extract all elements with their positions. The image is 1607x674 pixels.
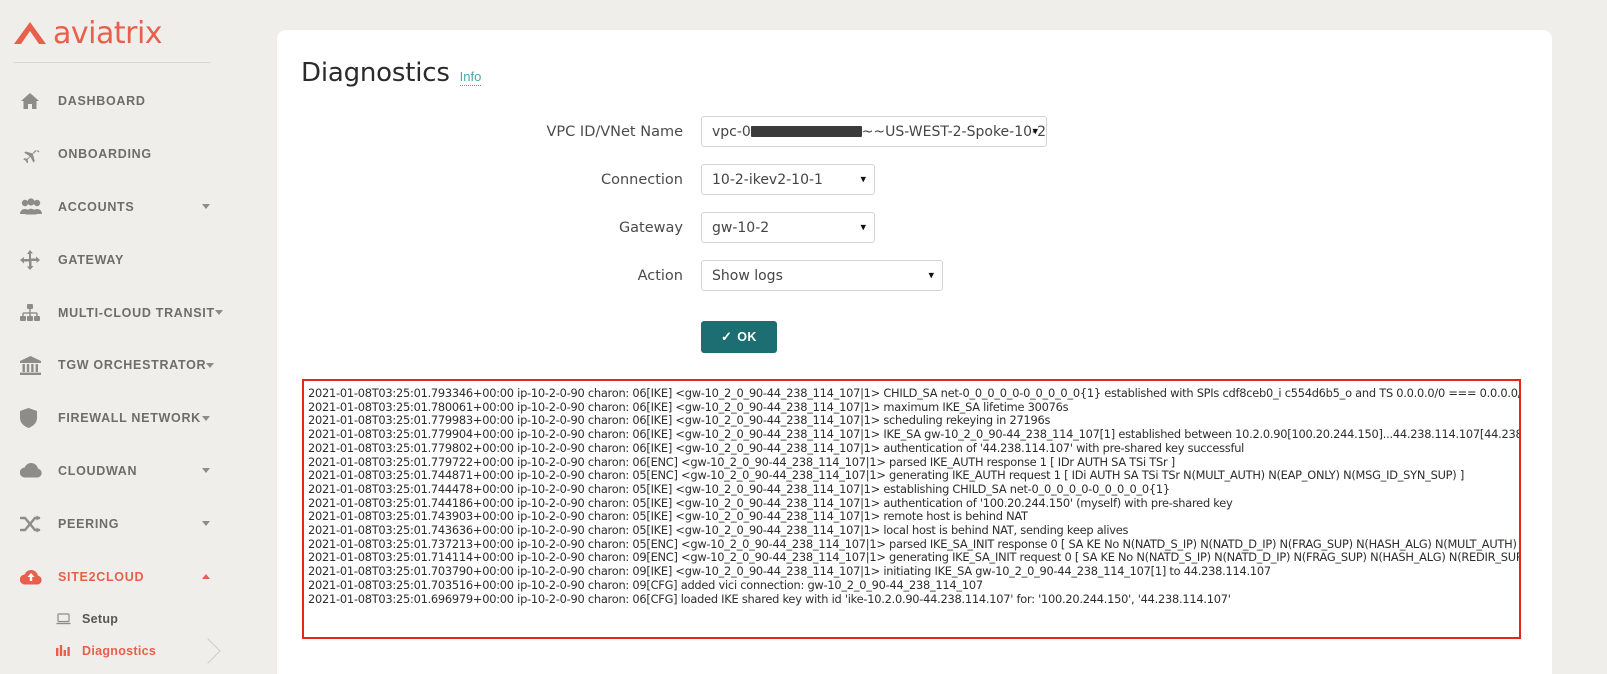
active-indicator-arrow xyxy=(205,636,224,666)
log-line: 2021-01-08T03:25:01.696979+00:00 ip-10-2… xyxy=(308,591,1231,606)
ok-button[interactable]: ✓ OK xyxy=(701,321,777,353)
sidebar-item-diagnostics[interactable]: Diagnostics xyxy=(0,635,224,667)
page-title: Diagnostics xyxy=(301,58,450,88)
gateway-select-wrap[interactable]: gw-10-2 ▾ xyxy=(701,212,875,243)
sidebar-nav: DASHBOARD ONBOARDING ACCOUNTS GATEWAY MU… xyxy=(0,63,224,667)
chevron-down-icon[interactable] xyxy=(206,362,215,368)
info-link[interactable]: Info xyxy=(459,69,482,86)
log-line: 2021-01-08T03:25:01.744478+00:00 ip-10-2… xyxy=(308,481,1170,496)
shuffle-icon xyxy=(20,515,50,533)
log-line: 2021-01-08T03:25:01.743903+00:00 ip-10-2… xyxy=(308,509,1028,524)
gateway-label: Gateway xyxy=(618,219,683,236)
log-line: 2021-01-08T03:25:01.737213+00:00 ip-10-2… xyxy=(308,536,1521,551)
sidebar-item-peering[interactable]: PEERING xyxy=(0,497,224,550)
app-root: aviatrix DASHBOARD ONBOARDING ACCOUNTS G… xyxy=(0,0,1607,674)
sitemap-icon xyxy=(20,303,50,322)
log-line: 2021-01-08T03:25:01.793346+00:00 ip-10-2… xyxy=(308,386,1521,400)
main-content: Diagnostics Info VPC ID/VNet Name vpc-0█… xyxy=(224,0,1607,674)
sidebar-subitem-label: Diagnostics xyxy=(82,643,157,658)
log-line: 2021-01-08T03:25:01.744186+00:00 ip-10-2… xyxy=(308,495,1233,510)
chevron-up-icon[interactable] xyxy=(202,574,210,580)
form-row-connection: Connection 10-2-ikev2-10-1 ▾ xyxy=(301,164,1522,195)
form-row-gateway: Gateway gw-10-2 ▾ xyxy=(301,212,1522,243)
chevron-down-icon[interactable] xyxy=(214,310,223,316)
vpc-id-select-wrap[interactable]: vpc-0████████████~~US-WEST-2-Spoke-10-2 … xyxy=(701,116,1047,147)
gateway-select[interactable]: gw-10-2 xyxy=(701,212,875,243)
sidebar-item-gateway[interactable]: GATEWAY xyxy=(0,233,224,286)
ok-button-label: OK xyxy=(737,330,757,344)
log-line: 2021-01-08T03:25:01.714114+00:00 ip-10-2… xyxy=(308,550,1521,565)
sidebar-item-label: FIREWALL NETWORK xyxy=(58,411,201,426)
sidebar-item-cloudwan[interactable]: CLOUDWAN xyxy=(0,445,224,498)
chevron-down-icon[interactable] xyxy=(202,415,210,421)
sidebar-item-onboarding[interactable]: ONBOARDING xyxy=(0,128,224,181)
sidebar-item-label: GATEWAY xyxy=(58,252,125,267)
sidebar-item-label: ONBOARDING xyxy=(58,147,152,162)
log-line: 2021-01-08T03:25:01.703516+00:00 ip-10-2… xyxy=(308,577,983,592)
sidebar-item-firewall-network[interactable]: FIREWALL NETWORK xyxy=(0,392,224,445)
brand-logo[interactable]: aviatrix xyxy=(0,0,224,52)
chevron-down-icon[interactable] xyxy=(202,204,210,210)
cloud-upload-icon xyxy=(20,569,50,585)
page-header: Diagnostics Info xyxy=(301,58,1522,88)
home-icon xyxy=(20,92,50,110)
aviatrix-caret-icon xyxy=(10,18,50,48)
form-row-action: Action Show logs ▾ xyxy=(301,260,1522,291)
log-line: 2021-01-08T03:25:01.779722+00:00 ip-10-2… xyxy=(308,454,1175,469)
chevron-down-icon[interactable] xyxy=(202,521,210,527)
diagnostics-form: VPC ID/VNet Name vpc-0████████████~~US-W… xyxy=(301,116,1522,353)
log-line: 2021-01-08T03:25:01.779802+00:00 ip-10-2… xyxy=(308,440,1245,455)
sidebar-item-label: MULTI-CLOUD TRANSIT xyxy=(58,305,215,320)
ok-button-row: ✓ OK xyxy=(301,321,1522,353)
connection-select-wrap[interactable]: 10-2-ikev2-10-1 ▾ xyxy=(701,164,875,195)
chart-bar-icon xyxy=(56,644,78,657)
bank-icon xyxy=(20,355,50,375)
sidebar-item-multi-cloud-transit[interactable]: MULTI-CLOUD TRANSIT xyxy=(0,286,224,339)
log-line: 2021-01-08T03:25:01.779983+00:00 ip-10-2… xyxy=(308,413,1051,428)
action-select-wrap[interactable]: Show logs ▾ xyxy=(701,260,943,291)
plane-icon xyxy=(20,145,50,164)
form-row-vpc: VPC ID/VNet Name vpc-0████████████~~US-W… xyxy=(301,116,1522,147)
log-line: 2021-01-08T03:25:01.744871+00:00 ip-10-2… xyxy=(308,468,1465,483)
sidebar-item-site2cloud[interactable]: SITE2CLOUD xyxy=(0,550,224,603)
sidebar-item-label: ACCOUNTS xyxy=(58,199,135,214)
brand-name: aviatrix xyxy=(53,16,163,51)
vpc-id-label: VPC ID/VNet Name xyxy=(546,123,683,140)
sidebar-item-accounts[interactable]: ACCOUNTS xyxy=(0,181,224,234)
sidebar-item-tgw-orchestrator[interactable]: TGW ORCHESTRATOR xyxy=(0,339,224,392)
action-select[interactable]: Show logs xyxy=(701,260,943,291)
sidebar-subitem-label: Setup xyxy=(82,611,119,626)
sidebar: aviatrix DASHBOARD ONBOARDING ACCOUNTS G… xyxy=(0,0,224,674)
users-icon xyxy=(20,198,50,215)
vpc-id-select[interactable]: vpc-0████████████~~US-WEST-2-Spoke-10-2 xyxy=(701,116,1047,147)
sidebar-item-label: DASHBOARD xyxy=(58,94,146,109)
check-icon: ✓ xyxy=(721,329,733,344)
arrows-move-icon xyxy=(20,249,50,270)
log-line: 2021-01-08T03:25:01.743636+00:00 ip-10-2… xyxy=(308,523,1129,538)
sidebar-item-label: PEERING xyxy=(58,516,120,531)
sidebar-item-dashboard[interactable]: DASHBOARD xyxy=(0,75,224,128)
sidebar-item-label: TGW ORCHESTRATOR xyxy=(58,358,207,373)
laptop-icon xyxy=(56,613,78,625)
sidebar-item-label: CLOUDWAN xyxy=(58,463,138,478)
diagnostics-card: Diagnostics Info VPC ID/VNet Name vpc-0█… xyxy=(277,30,1552,674)
connection-label: Connection xyxy=(600,171,683,188)
connection-select[interactable]: 10-2-ikev2-10-1 xyxy=(701,164,875,195)
action-label: Action xyxy=(637,267,683,284)
chevron-down-icon[interactable] xyxy=(202,468,210,474)
cloud-icon xyxy=(20,463,50,478)
sidebar-item-setup[interactable]: Setup xyxy=(0,603,224,635)
shield-icon xyxy=(20,408,50,429)
log-line: 2021-01-08T03:25:01.703790+00:00 ip-10-2… xyxy=(308,564,1271,579)
log-output-panel[interactable]: 2021-01-08T03:25:01.793346+00:00 ip-10-2… xyxy=(302,379,1521,639)
sidebar-item-label: SITE2CLOUD xyxy=(58,569,145,584)
log-line: 2021-01-08T03:25:01.780061+00:00 ip-10-2… xyxy=(308,399,1069,414)
log-line: 2021-01-08T03:25:01.779904+00:00 ip-10-2… xyxy=(308,427,1521,442)
